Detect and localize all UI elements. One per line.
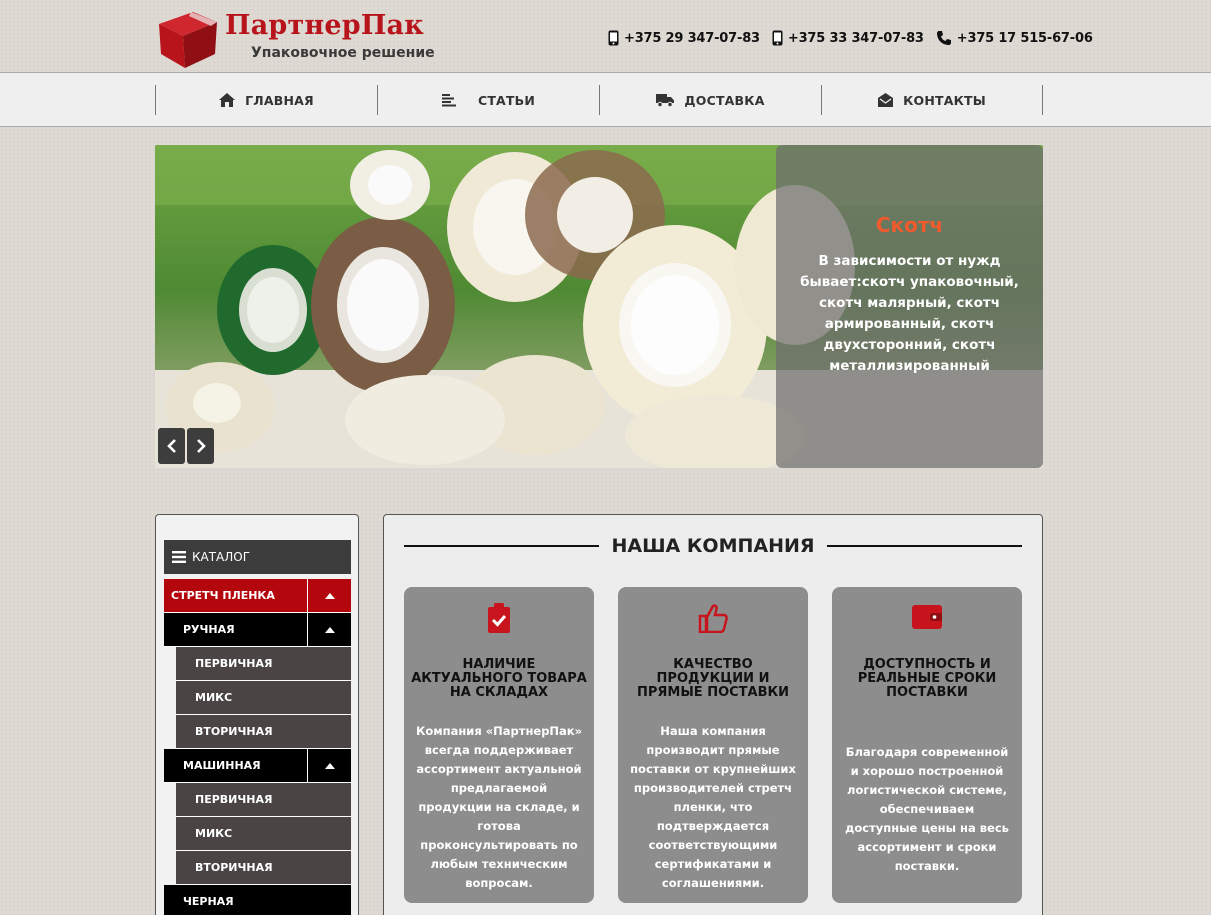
telephone-icon	[936, 31, 951, 45]
catalog-item-machine-mix[interactable]: МИКС	[176, 817, 351, 851]
catalog-item-label: МИКС	[195, 691, 233, 704]
thumbs-up-icon	[698, 604, 728, 633]
catalog-item-manual-secondary[interactable]: ВТОРИЧНАЯ	[176, 715, 351, 749]
catalog-header[interactable]: КАТАЛОГ	[164, 540, 351, 574]
phone-item[interactable]: +375 17 515-67-06	[936, 30, 1093, 46]
slider-next-button[interactable]	[187, 428, 214, 464]
nav-item-home[interactable]: ГЛАВНАЯ	[155, 85, 377, 115]
logo-title: ПартнерПак	[225, 10, 424, 41]
phone-number: +375 33 347-07-83	[787, 30, 924, 46]
chevron-left-icon	[166, 439, 176, 453]
phone-number: +375 17 515-67-06	[956, 30, 1093, 46]
clipboard-check-icon	[488, 603, 510, 633]
slider-controls	[158, 428, 214, 464]
catalog-item-label: СТРЕТЧ ПЛЕНКА	[171, 589, 275, 602]
catalog-item-manual[interactable]: РУЧНАЯ	[164, 613, 351, 647]
slide-caption: Скотч В зависимости от нужд бывает:скотч…	[776, 145, 1043, 468]
phone-item[interactable]: +375 29 347-07-83	[608, 30, 760, 46]
home-icon	[219, 93, 236, 107]
wallet-icon	[912, 605, 942, 629]
catalog-item-label: ПЕРВИЧНАЯ	[195, 657, 273, 670]
site-header: ПартнерПак Упаковочное решение +375 29 3…	[0, 0, 1211, 72]
mobile-phone-icon	[772, 30, 783, 46]
main-nav: ГЛАВНАЯ СТАТЬИ ДОСТАВКА КОНТАКТЫ	[0, 72, 1211, 127]
feature-card: НАЛИЧИЕ АКТУАЛЬНОГО ТОВАРА НА СКЛАДАХ Ко…	[404, 587, 594, 903]
catalog-item-label: МАШИННАЯ	[183, 759, 261, 772]
catalog-sidebar: КАТАЛОГ СТРЕТЧ ПЛЕНКА РУЧНАЯ ПЕРВИЧНАЯ М…	[155, 514, 359, 915]
phone-list: +375 29 347-07-83 +375 33 347-07-83 +375…	[608, 28, 1093, 48]
nav-item-label: СТАТЬИ	[477, 92, 536, 108]
nav-item-label: ДОСТАВКА	[684, 92, 765, 108]
catalog-item-machine-primary[interactable]: ПЕРВИЧНАЯ	[176, 783, 351, 817]
catalog-item-label: ВТОРИЧНАЯ	[195, 725, 273, 738]
truck-icon	[656, 94, 675, 107]
logo-subtitle: Упаковочное решение	[251, 45, 435, 61]
feature-card-title: НАЛИЧИЕ АКТУАЛЬНОГО ТОВАРА НА СКЛАДАХ	[411, 657, 587, 700]
catalog-item-label: МИКС	[195, 827, 233, 840]
catalog-item-machine[interactable]: МАШИННАЯ	[164, 749, 351, 783]
catalog-item-label: ЧЕРНАЯ	[183, 895, 234, 908]
catalog-expand-toggle[interactable]	[307, 749, 351, 782]
section-heading: НАША КОМПАНИЯ	[404, 535, 1022, 557]
phone-item[interactable]: +375 33 347-07-83	[772, 30, 924, 46]
feature-card: ДОСТУПНОСТЬ И РЕАЛЬНЫЕ СРОКИ ПОСТАВКИ Бл…	[832, 587, 1022, 903]
catalog-item-black[interactable]: ЧЕРНАЯ	[164, 885, 351, 915]
nav-item-articles[interactable]: СТАТЬИ	[377, 85, 599, 115]
nav-item-contacts[interactable]: КОНТАКТЫ	[821, 85, 1043, 115]
caret-up-icon	[324, 762, 335, 769]
catalog-expand-toggle[interactable]	[307, 613, 351, 646]
feature-card-text: Компания «ПартнерПак» всегда поддерживае…	[415, 724, 583, 890]
nav-item-label: КОНТАКТЫ	[903, 92, 986, 108]
menu-icon	[172, 551, 186, 563]
caret-up-icon	[324, 592, 335, 599]
catalog-item-manual-mix[interactable]: МИКС	[176, 681, 351, 715]
catalog-item-label: ПЕРВИЧНАЯ	[195, 793, 273, 806]
slide-caption-title: Скотч	[875, 213, 944, 237]
catalog-item-machine-secondary[interactable]: ВТОРИЧНАЯ	[176, 851, 351, 885]
chevron-right-icon	[196, 439, 206, 453]
slide-caption-text: В зависимости от нужд бывает:скотч упако…	[800, 253, 1019, 374]
hero-slider: Скотч В зависимости от нужд бывает:скотч…	[155, 145, 1043, 468]
nav-item-label: ГЛАВНАЯ	[245, 92, 314, 108]
heading-divider	[404, 545, 600, 547]
section-title: НАША КОМПАНИЯ	[611, 535, 815, 557]
caret-up-icon	[324, 626, 335, 633]
logo[interactable]: ПартнерПак Упаковочное решение	[155, 4, 445, 70]
envelope-icon	[878, 93, 894, 107]
catalog-list: СТРЕТЧ ПЛЕНКА РУЧНАЯ ПЕРВИЧНАЯ МИКС ВТОР…	[164, 579, 351, 915]
feature-card-title: ДОСТУПНОСТЬ И РЕАЛЬНЫЕ СРОКИ ПОСТАВКИ	[857, 657, 997, 700]
catalog-expand-toggle[interactable]	[307, 579, 351, 612]
heading-divider	[826, 545, 1022, 547]
catalog-item-label: РУЧНАЯ	[183, 623, 235, 636]
feature-card: КАЧЕСТВО ПРОДУКЦИИ И ПРЯМЫЕ ПОСТАВКИ Наш…	[618, 587, 808, 903]
company-section: НАША КОМПАНИЯ НАЛИЧИЕ АКТУАЛЬНОГО ТОВАРА…	[383, 514, 1043, 915]
slider-prev-button[interactable]	[158, 428, 185, 464]
nav-item-delivery[interactable]: ДОСТАВКА	[599, 85, 821, 115]
catalog-item-stretch-film[interactable]: СТРЕТЧ ПЛЕНКА	[164, 579, 351, 613]
catalog-header-label: КАТАЛОГ	[192, 550, 251, 564]
catalog-item-label: ВТОРИЧНАЯ	[195, 861, 273, 874]
mobile-phone-icon	[608, 30, 619, 46]
phone-number: +375 29 347-07-83	[624, 30, 760, 46]
feature-card-text: Благодаря современной и хорошо построенн…	[845, 745, 1009, 873]
feature-card-title: КАЧЕСТВО ПРОДУКЦИИ И ПРЯМЫЕ ПОСТАВКИ	[636, 657, 790, 700]
logo-box-icon	[159, 12, 217, 68]
catalog-item-manual-primary[interactable]: ПЕРВИЧНАЯ	[176, 647, 351, 681]
articles-icon	[441, 93, 456, 106]
feature-card-text: Наша компания производит прямые поставки…	[630, 724, 796, 890]
